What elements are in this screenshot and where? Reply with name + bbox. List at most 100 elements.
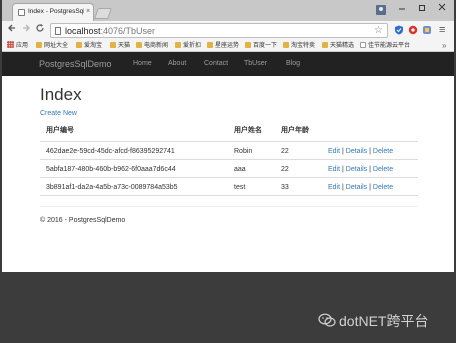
folder-icon — [36, 42, 42, 48]
shield-extension-icon[interactable] — [394, 25, 404, 35]
bookmark-item[interactable]: 爱淘宝 — [76, 41, 102, 51]
nav-link-tbuser[interactable]: TbUser — [244, 58, 267, 70]
nav-link-blog[interactable]: Blog — [286, 58, 300, 70]
edit-link[interactable]: Edit — [328, 184, 340, 191]
url-text: localhost:4076/TbUser — [65, 25, 155, 37]
folder-icon — [110, 42, 116, 48]
gradient-extension-icon[interactable] — [422, 25, 432, 35]
bookmark-item[interactable]: 应用 — [7, 41, 28, 51]
bookmark-label: 天猫 — [118, 43, 131, 49]
watermark-text: dotNET跨平台 — [339, 313, 429, 329]
cell-user-age: 22 — [281, 166, 289, 173]
browser-toolbar: localhost:4076/TbUser ☆ ≡ — [2, 21, 454, 40]
cell-user-age: 33 — [281, 184, 289, 191]
minimize-icon — [399, 8, 405, 10]
folder-icon — [175, 42, 181, 48]
apps-icon — [7, 41, 14, 48]
back-button[interactable] — [5, 23, 19, 37]
page-content: Index Create New 用户编号 用户姓名 用户年龄 462dae2e… — [2, 76, 454, 272]
page-favicon-icon — [18, 9, 25, 16]
delete-link[interactable]: Delete — [373, 166, 393, 173]
bookmark-item[interactable]: 天猫 — [110, 41, 130, 51]
column-header-age: 用户年龄 — [281, 127, 309, 134]
folder-icon — [76, 42, 82, 48]
details-link[interactable]: Details — [346, 184, 367, 191]
tab-strip: Index - PostgresSqlDem × — [2, 0, 454, 21]
browser-tab[interactable]: Index - PostgresSqlDem × — [12, 3, 94, 21]
cell-user-name: Robin — [234, 148, 253, 155]
edit-link[interactable]: Edit — [328, 166, 340, 173]
bookmark-label: 淘宝特卖 — [291, 43, 316, 49]
tab-close-icon[interactable]: × — [86, 7, 90, 17]
forward-button[interactable] — [19, 23, 33, 37]
bookmarks-bar: 应用 网址大全 爱淘宝 天猫 电商新闻 爱折扣 星座运势 百度一下 淘宝特卖 天… — [2, 40, 454, 52]
bookmark-item[interactable]: 佳节能源云平台 — [360, 41, 440, 51]
close-window-button[interactable] — [432, 1, 452, 15]
nav-link-contact[interactable]: Contact — [204, 58, 228, 70]
bookmark-label: 网址大全 — [44, 43, 69, 49]
folder-icon — [136, 42, 142, 48]
delete-link[interactable]: Delete — [373, 148, 393, 155]
table-row: 3b891af1-da2a-4a5b-a73c-0089784a53b5 tes… — [40, 178, 418, 196]
cell-user-name: test — [234, 184, 246, 191]
new-tab-button[interactable] — [93, 8, 113, 19]
cell-user-name: aaa — [234, 166, 246, 173]
column-header-name: 用户姓名 — [234, 127, 262, 134]
arrow-right-icon — [23, 24, 30, 32]
address-bar[interactable]: localhost:4076/TbUser ☆ — [50, 23, 388, 38]
row-actions: Edit | Details | Delete — [328, 147, 393, 157]
folder-icon — [322, 42, 328, 48]
wechat-icon — [318, 313, 336, 327]
bookmark-item[interactable]: 百度一下 — [245, 41, 277, 51]
footer-divider — [40, 206, 418, 207]
bookmark-item[interactable]: 网址大全 — [36, 41, 68, 51]
delete-link[interactable]: Delete — [373, 184, 393, 191]
details-link[interactable]: Details — [346, 166, 367, 173]
cell-user-id: 5abfa187-480b-460b-b962-6f0aaa7d6c44 — [46, 166, 176, 173]
user-profile-icon[interactable] — [376, 5, 386, 15]
column-header-id: 用户编号 — [46, 127, 74, 134]
bookmark-item[interactable]: 星座运势 — [207, 41, 239, 51]
arrow-left-icon — [8, 24, 15, 32]
row-actions: Edit | Details | Delete — [328, 183, 393, 193]
browser-menu-icon[interactable]: ≡ — [439, 23, 445, 37]
folder-icon — [283, 42, 289, 48]
reload-icon — [36, 24, 44, 32]
maximize-icon — [419, 5, 425, 11]
cell-user-id: 462dae2e-59cd-45dc-afcd-f86395292741 — [46, 148, 175, 155]
table-row: 462dae2e-59cd-45dc-afcd-f86395292741 Rob… — [40, 142, 418, 160]
nav-link-about[interactable]: About — [168, 58, 186, 70]
maximize-window-button[interactable] — [412, 1, 432, 15]
site-navbar: PostgresSqlDemo Home About Contact TbUse… — [2, 52, 454, 76]
create-new-link[interactable]: Create New — [40, 109, 77, 119]
bookmarks-overflow-button[interactable]: » — [442, 40, 446, 51]
bookmark-label: 爱淘宝 — [84, 43, 103, 49]
bookmark-item[interactable]: 爱折扣 — [175, 41, 201, 51]
site-brand[interactable]: PostgresSqlDemo — [39, 57, 112, 71]
cell-user-id: 3b891af1-da2a-4a5b-a73c-0089784a53b5 — [46, 184, 178, 191]
nav-link-home[interactable]: Home — [133, 58, 152, 70]
bookmark-item[interactable]: 淘宝特卖 — [283, 41, 315, 51]
bookmark-label: 应用 — [16, 43, 29, 49]
bookmark-label: 星座运势 — [215, 43, 240, 49]
bookmark-label: 天猫精选 — [330, 43, 355, 49]
details-link[interactable]: Details — [346, 148, 367, 155]
bookmark-item[interactable]: 电商新闻 — [136, 41, 168, 51]
bookmark-label: 百度一下 — [253, 43, 278, 49]
page-info-icon[interactable] — [55, 27, 61, 35]
page-title: Index — [40, 85, 82, 104]
bookmark-label: 佳节能源云平台 — [368, 43, 411, 49]
minimize-window-button[interactable] — [392, 1, 412, 15]
bookmark-label: 爱折扣 — [183, 43, 202, 49]
site-footer: © 2016 - PostgresSqlDemo — [40, 217, 126, 224]
bookmark-star-icon[interactable]: ☆ — [374, 24, 383, 37]
browser-window: Index - PostgresSqlDem × localhost:4076/… — [2, 0, 454, 272]
table-row: 5abfa187-480b-460b-b962-6f0aaa7d6c44 aaa… — [40, 160, 418, 178]
page-icon — [360, 42, 366, 48]
bookmark-item[interactable]: 天猫精选 — [322, 41, 354, 51]
tab-title: Index - PostgresSqlDem — [28, 8, 84, 15]
red-extension-icon[interactable] — [408, 25, 418, 35]
folder-icon — [207, 42, 213, 48]
reload-button[interactable] — [33, 23, 47, 37]
edit-link[interactable]: Edit — [328, 148, 340, 155]
